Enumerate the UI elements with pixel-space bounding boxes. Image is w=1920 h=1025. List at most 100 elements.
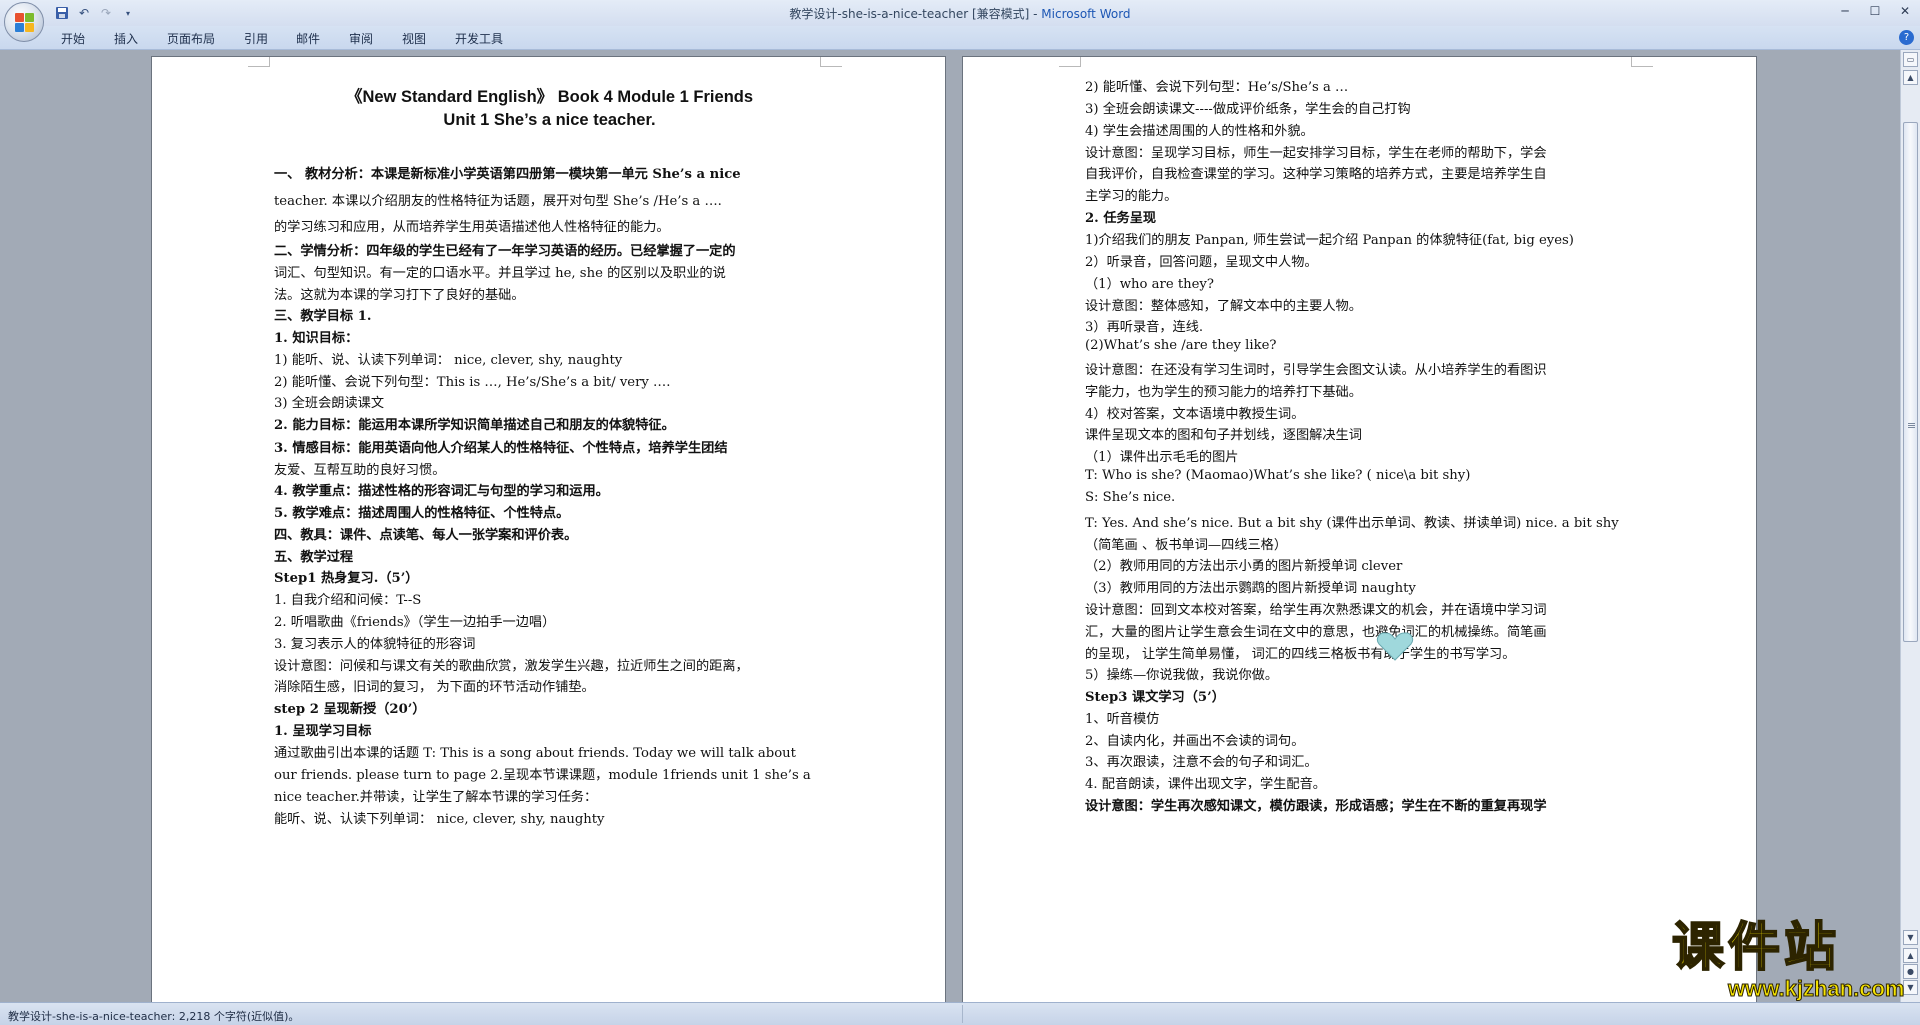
document-page-right[interactable]: 2) 能听懂、会说下列句型：He’s/She’s a … 3) 全班会朗读课文--… (962, 56, 1757, 1008)
left-text-line: 3) 全班会朗读课文 (274, 396, 385, 411)
ruler-toggle-icon[interactable]: ▭ (1903, 52, 1918, 67)
tab-page-layout[interactable]: 页面布局 (167, 30, 215, 47)
prev-page-icon[interactable]: ▲ (1903, 948, 1918, 963)
ribbon-tab-bar: 开始 插入 页面布局 引用 邮件 审阅 视图 开发工具 ? (0, 26, 1920, 50)
left-text-line: 2) 能听懂、会说下列句型：This is …, He’s/She’s a bi… (274, 375, 671, 390)
scroll-down-icon[interactable]: ▼ (1903, 930, 1918, 945)
left-text-line: 友爱、互帮互助的良好习惯。 (274, 463, 446, 478)
scroll-up-icon[interactable]: ▲ (1903, 70, 1918, 85)
window-title-doc: 教学设计-she-is-a-nice-teacher [兼容模式] - (789, 7, 1042, 21)
right-text-line: 1、听音模仿 (1085, 712, 1160, 727)
tab-mailings[interactable]: 邮件 (296, 30, 320, 47)
right-text-line: 1)介绍我们的朋友 Panpan, 师生尝试一起介绍 Panpan 的体貌特征(… (1085, 233, 1574, 248)
right-text-line: 自我评价，自我检查课堂的学习。这种学习策略的培养方式，主要是培养学生自 (1085, 167, 1547, 182)
right-text-line: 3）再听录音，连线. (1085, 320, 1204, 335)
left-text-line: 5. 教学难点：描述周围人的性格特征、个性特点。 (274, 506, 570, 521)
page-corner-mark (1631, 57, 1653, 67)
watermark-url: www.kjzhan.com (1727, 976, 1905, 1002)
right-text-line: 4）校对答案，文本语境中教授生词。 (1085, 407, 1305, 422)
left-text-line: 二、学情分析：四年级的学生已经有了一年学习英语的经历。已经掌握了一定的 (274, 244, 736, 259)
left-text-line: 五、教学过程 (274, 550, 354, 565)
right-text-line: 汇，大量的图片让学生意会生词在文中的意思，也避免词汇的机械操练。简笔画 (1085, 625, 1547, 640)
tab-review[interactable]: 审阅 (349, 30, 373, 47)
right-text-line: 2. 任务呈现 (1085, 211, 1157, 226)
right-text-line: 4) 学生会描述周围的人的性格和外貌。 (1085, 124, 1314, 139)
page-corner-mark (820, 57, 842, 67)
title-bar: ↶ ↷ ▾ 教学设计-she-is-a-nice-teacher [兼容模式] … (0, 0, 1920, 26)
watermark-logo: 课件站 www.kjzhan.com (1668, 918, 1905, 1002)
office-button[interactable] (4, 2, 44, 42)
left-text-line: 1) 能听、说、认读下列单词： nice, clever, shy, naugh… (274, 353, 623, 368)
browse-object-icon[interactable]: ● (1903, 964, 1918, 979)
help-icon[interactable]: ? (1899, 30, 1914, 45)
right-text-line: 3) 全班会朗读课文----做成评价纸条，学生会的自己打钩 (1085, 102, 1411, 117)
right-text-line: 主学习的能力。 (1085, 189, 1178, 204)
left-text-line: 4. 教学重点：描述性格的形容词汇与句型的学习和运用。 (274, 484, 609, 499)
right-text-line: 2）听录音，回答问题，呈现文中人物。 (1085, 255, 1318, 270)
left-text-line: 3. 复习表示人的体貌特征的形容词 (274, 637, 476, 652)
left-text-line: Step1 热身复习.（5’） (274, 571, 419, 586)
tab-references[interactable]: 引用 (244, 30, 268, 47)
status-bar: 教学设计-she-is-a-nice-teacher: 2,218 个字符(近似… (0, 1002, 1920, 1025)
page-corner-mark (248, 57, 270, 67)
maximize-icon[interactable]: ☐ (1860, 0, 1890, 22)
page-corner-mark (1059, 57, 1081, 67)
left-text-line: 1. 自我介绍和问候：T--S (274, 593, 422, 608)
right-text-line: 字能力，也为学生的预习能力的培养打下基础。 (1085, 385, 1362, 400)
right-text-line: 2) 能听懂、会说下列句型：He’s/She’s a … (1085, 80, 1349, 95)
left-text-line: 三、教学目标 1. (274, 309, 372, 324)
right-text-line: 设计意图：学生再次感知课文，模仿跟读，形成语感；学生在不断的重复再现学 (1085, 799, 1547, 814)
right-text-line: （1）who are they? (1085, 277, 1214, 292)
left-text-line: 词汇、句型知识。有一定的口语水平。并且学过 he, she 的区别以及职业的说 (274, 266, 726, 281)
left-text-line: 3. 情感目标：能用英语向他人介绍某人的性格特征、个性特点，培养学生团结 (274, 441, 728, 456)
tab-insert[interactable]: 插入 (114, 30, 138, 47)
left-text-line: 2. 能力目标：能运用本课所学知识简单描述自己和朋友的体貌特征。 (274, 418, 675, 433)
minimize-icon[interactable]: ─ (1830, 0, 1860, 22)
left-text-line: 法。这就为本课的学习打下了良好的基础。 (274, 288, 525, 303)
watermark-text: 课件站 (1671, 918, 1841, 978)
office-logo-icon (15, 13, 35, 33)
left-text-line: 一、 教材分析：本课是新标准小学英语第四册第一模块第一单元 She’s a ni… (274, 167, 741, 182)
right-text-line: 的呈现， 让学生简单易懂， 词汇的四线三格板书有助于学生的书写学习。 (1085, 647, 1516, 662)
right-text-line: （3）教师用同的方法出示鹦鹉的图片新授单词 naughty (1085, 581, 1416, 596)
right-text-line: 设计意图：回到文本校对答案，给学生再次熟悉课文的机会，并在语境中学习词 (1085, 603, 1547, 618)
right-text-line: （1）课件出示毛毛的图片 (1085, 450, 1239, 465)
left-text-line: 能听、说、认读下列单词： nice, clever, shy, naughty (274, 812, 605, 827)
left-text-line: 通过歌曲引出本课的话题 T: This is a song about frie… (274, 746, 796, 761)
tab-view[interactable]: 视图 (402, 30, 426, 47)
left-text-line: 四、教具：课件、点读笔、每人一张学案和评价表。 (274, 528, 578, 543)
window-title: 教学设计-she-is-a-nice-teacher [兼容模式] - Micr… (0, 5, 1920, 22)
right-text-line: 2、自读内化，并画出不会读的词句。 (1085, 734, 1305, 749)
right-text-line: 4. 配音朗读，课件出现文字，学生配音。 (1085, 777, 1326, 792)
left-text-line: 的学习练习和应用，从而培养学生用英语描述他人性格特征的能力。 (274, 220, 670, 235)
window-title-app: Microsoft Word (1041, 7, 1131, 21)
right-text-line: （2）教师用同的方法出示小勇的图片新授单词 clever (1085, 559, 1403, 574)
left-text-line: Unit 1 She’s a nice teacher. (443, 111, 656, 129)
right-text-line: 课件呈现文本的图和句子并划线，逐图解决生词 (1085, 428, 1362, 443)
right-text-line: T: Yes. And she’s nice. But a bit shy (课… (1085, 516, 1619, 531)
left-text-line: 1. 呈现学习目标 (274, 724, 372, 739)
right-text-line: 5）操练—你说我做，我说你做。 (1085, 668, 1279, 683)
status-word-count[interactable]: 教学设计-she-is-a-nice-teacher: 2,218 个字符(近似… (8, 1008, 299, 1024)
window-controls: ─ ☐ ✕ (1830, 0, 1920, 22)
next-page-icon[interactable]: ▼ (1903, 980, 1918, 995)
vertical-scrollbar[interactable]: ▭ ▲ ▼ ▲ ● ▼ (1900, 50, 1920, 1002)
left-text-line: teacher. 本课以介绍朋友的性格特征为话题，展开对句型 She’s /He… (274, 194, 722, 209)
tab-home[interactable]: 开始 (61, 30, 85, 47)
left-text-line: 1. 知识目标： (274, 331, 359, 346)
right-text-line: 设计意图：整体感知，了解文本中的主要人物。 (1085, 299, 1362, 314)
left-text-line: 2. 听唱歌曲《friends》（学生一边拍手一边唱） (274, 615, 556, 630)
left-text-line: 设计意图：问候和与课文有关的歌曲欣赏，激发学生兴趣，拉近师生之间的距离， (274, 659, 749, 674)
left-text-line: nice teacher.并带读，让学生了解本节课的学习任务： (274, 790, 598, 805)
left-text-line: 《New Standard English》 Book 4 Module 1 F… (345, 88, 754, 106)
left-text-line: step 2 呈现新授（20’） (274, 702, 426, 717)
document-page-left[interactable]: 《New Standard English》 Book 4 Module 1 F… (151, 56, 946, 1008)
left-text-line: our friends. please turn to page 2.呈现本节课… (274, 768, 811, 783)
tab-developer[interactable]: 开发工具 (455, 30, 503, 47)
right-text-line: S: She’s nice. (1085, 490, 1176, 505)
left-text-line: 消除陌生感，旧词的复习， 为下面的环节活动作铺垫。 (274, 680, 595, 695)
right-text-line: T: Who is she? (Maomao)What’s she like? … (1085, 468, 1471, 483)
scroll-thumb[interactable] (1903, 122, 1918, 642)
close-icon[interactable]: ✕ (1890, 0, 1920, 22)
heart-icon (1376, 632, 1414, 661)
